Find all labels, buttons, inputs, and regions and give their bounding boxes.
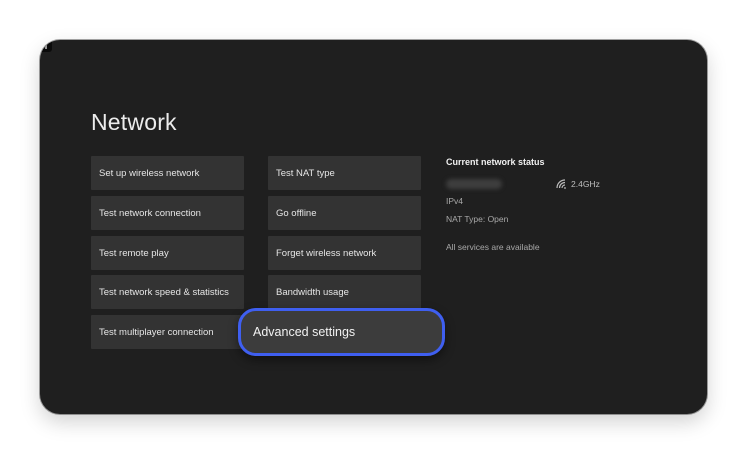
status-title: Current network status: [446, 157, 545, 167]
go-offline-button[interactable]: Go offline: [268, 196, 421, 230]
forget-wireless-network-button[interactable]: Forget wireless network: [268, 236, 421, 270]
network-name-row: 2.4GHz: [446, 177, 646, 193]
page-title: Network: [91, 109, 177, 135]
test-multiplayer-connection-button[interactable]: Test multiplayer connection: [91, 315, 244, 349]
corner-indicator-icon: [40, 40, 52, 52]
wifi-signal-icon: [556, 179, 567, 189]
ip-version: IPv4: [446, 196, 464, 206]
test-network-speed-button[interactable]: Test network speed & statistics: [91, 275, 244, 309]
services-status: All services are available: [446, 242, 540, 252]
console-screen: Network Set up wireless network Test net…: [40, 40, 707, 414]
test-network-connection-button[interactable]: Test network connection: [91, 196, 244, 230]
test-remote-play-button[interactable]: Test remote play: [91, 236, 244, 270]
advanced-settings-button[interactable]: Advanced settings: [238, 308, 445, 356]
set-up-wireless-network-button[interactable]: Set up wireless network: [91, 156, 244, 190]
band-indicator: 2.4GHz: [556, 179, 600, 189]
network-status-panel: Current network status 2.4GHz IPv4 NAT T…: [446, 157, 646, 257]
band-label: 2.4GHz: [571, 179, 600, 189]
redacted-network-name: [446, 179, 502, 189]
nat-type: NAT Type: Open: [446, 214, 509, 224]
test-nat-type-button[interactable]: Test NAT type: [268, 156, 421, 190]
bandwidth-usage-button[interactable]: Bandwidth usage: [268, 275, 421, 309]
